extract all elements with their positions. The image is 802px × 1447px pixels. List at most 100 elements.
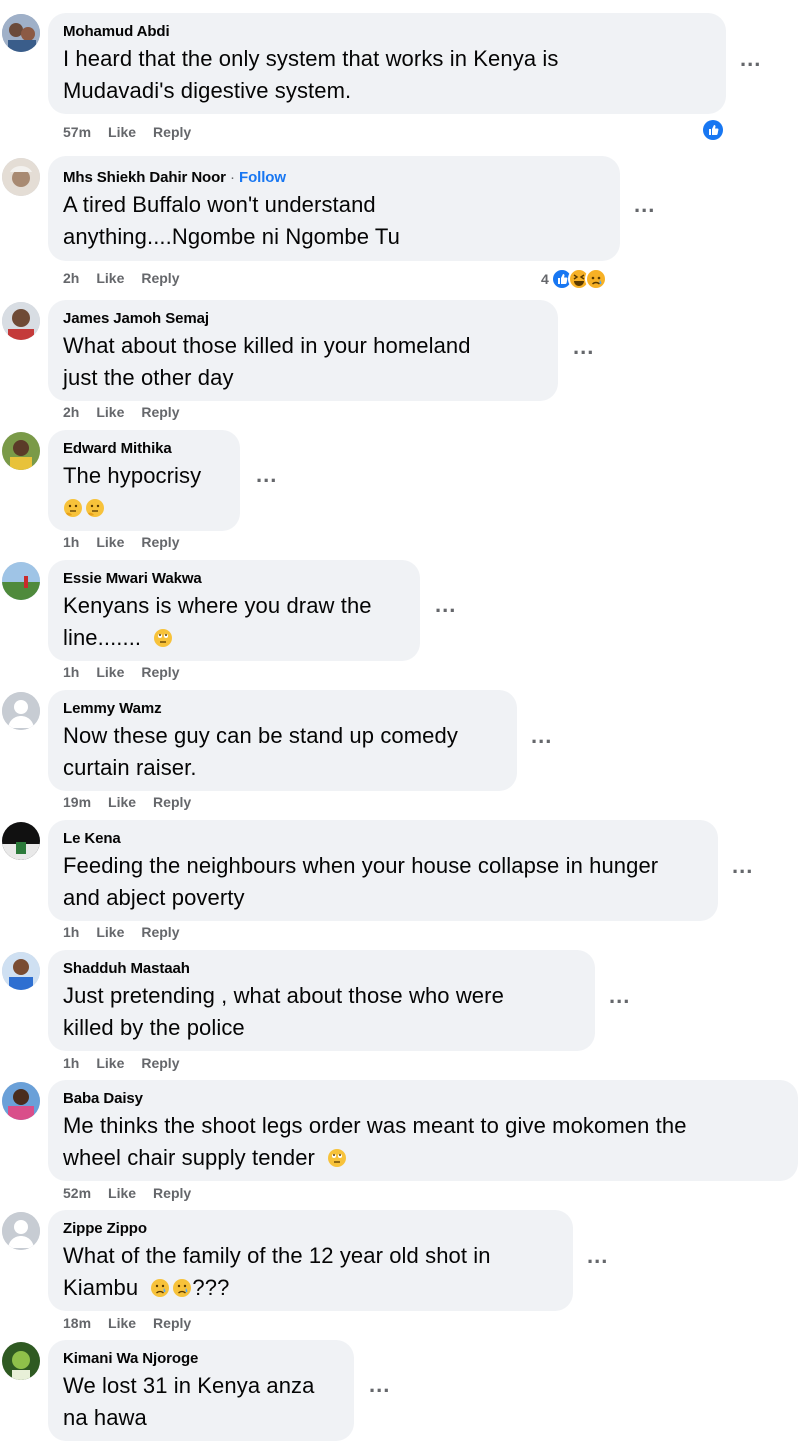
sad-icon: [584, 268, 607, 290]
reply-button[interactable]: Reply: [141, 664, 179, 680]
avatar-photo-icon: [2, 952, 40, 990]
more-options-button[interactable]: ...: [609, 985, 630, 1007]
comment-text: Feeding the neighbours when your house c…: [63, 853, 659, 878]
comment-actions: 1h Like Reply: [63, 664, 196, 680]
timestamp[interactable]: 1h: [63, 664, 79, 680]
reply-button[interactable]: Reply: [153, 1315, 191, 1331]
like-icon: [703, 120, 723, 140]
more-options-button[interactable]: ...: [256, 464, 277, 486]
reply-button[interactable]: Reply: [153, 794, 191, 810]
comment-text: The hypocrisy: [63, 463, 202, 488]
more-options-button[interactable]: ...: [732, 855, 753, 877]
avatar-photo-icon: [2, 562, 40, 600]
reaction-summary[interactable]: 4: [541, 268, 607, 290]
avatar[interactable]: [2, 1342, 40, 1380]
avatar[interactable]: [2, 14, 40, 52]
comment-bubble: Edward Mithika The hypocrisy: [48, 430, 240, 531]
timestamp[interactable]: 1h: [63, 1055, 79, 1071]
commenter-name[interactable]: Shadduh Mastaah: [63, 960, 581, 978]
timestamp[interactable]: 1h: [63, 534, 79, 550]
reply-button[interactable]: Reply: [141, 404, 179, 420]
reply-button[interactable]: Reply: [153, 1185, 191, 1201]
timestamp[interactable]: 2h: [63, 404, 79, 420]
commenter-name[interactable]: Zippe Zippo: [63, 1220, 559, 1238]
commenter-name[interactable]: Edward Mithika: [63, 440, 226, 458]
more-options-button[interactable]: ...: [634, 194, 655, 216]
like-button[interactable]: Like: [108, 1315, 136, 1331]
like-button[interactable]: Like: [96, 664, 124, 680]
reply-button[interactable]: Reply: [141, 534, 179, 550]
comment-text: Just pretending , what about those who w…: [63, 983, 504, 1008]
crying-face-icon: [151, 1279, 170, 1297]
comment-bubble: Le Kena Feeding the neighbours when your…: [48, 820, 718, 921]
avatar[interactable]: [2, 952, 40, 990]
timestamp[interactable]: 52m: [63, 1185, 91, 1201]
avatar-photo-icon: [2, 432, 40, 470]
more-options-button[interactable]: ...: [531, 725, 552, 747]
comment-bubble: Mhs Shiekh Dahir Noor · Follow A tired B…: [48, 156, 620, 261]
timestamp[interactable]: 1h: [63, 924, 79, 940]
comment-actions: 2h Like Reply: [63, 270, 196, 286]
comment-text: na hawa: [63, 1405, 147, 1430]
reaction-summary[interactable]: [703, 120, 723, 140]
more-options-button[interactable]: ...: [740, 48, 761, 70]
like-button[interactable]: Like: [96, 534, 124, 550]
commenter-name[interactable]: Le Kena: [63, 830, 704, 848]
like-button[interactable]: Like: [96, 1055, 124, 1071]
comment-actions: 57m Like Reply: [63, 124, 208, 140]
default-avatar-icon: [2, 1212, 40, 1250]
comment-text: anything....Ngombe ni Ngombe Tu: [63, 224, 400, 249]
commenter-name[interactable]: Kimani Wa Njoroge: [63, 1350, 340, 1368]
reply-button[interactable]: Reply: [141, 1055, 179, 1071]
avatar-photo-icon: [2, 1082, 40, 1120]
default-avatar-icon: [2, 692, 40, 730]
comment-text: A tired Buffalo won't understand: [63, 192, 376, 217]
comment-text: wheel chair supply tender: [63, 1145, 315, 1170]
more-options-button[interactable]: ...: [435, 594, 456, 616]
like-button[interactable]: Like: [108, 1185, 136, 1201]
separator-dot: ·: [230, 169, 235, 186]
comment-bubble: Shadduh Mastaah Just pretending , what a…: [48, 950, 595, 1051]
avatar-photo-icon: [2, 14, 40, 52]
like-button[interactable]: Like: [108, 794, 136, 810]
avatar[interactable]: [2, 692, 40, 730]
avatar[interactable]: [2, 562, 40, 600]
comment-text: Me thinks the shoot legs order was meant…: [63, 1113, 687, 1138]
reply-button[interactable]: Reply: [153, 124, 191, 140]
commenter-name[interactable]: Baba Daisy: [63, 1090, 784, 1108]
reply-button[interactable]: Reply: [141, 270, 179, 286]
like-button[interactable]: Like: [96, 270, 124, 286]
commenter-name[interactable]: Mhs Shiekh Dahir Noor: [63, 169, 226, 186]
timestamp[interactable]: 18m: [63, 1315, 91, 1331]
avatar[interactable]: [2, 302, 40, 340]
avatar[interactable]: [2, 432, 40, 470]
commenter-name[interactable]: Essie Mwari Wakwa: [63, 570, 406, 588]
comment-actions: 52m Like Reply: [63, 1185, 208, 1201]
timestamp[interactable]: 2h: [63, 270, 79, 286]
more-options-button[interactable]: ...: [573, 336, 594, 358]
avatar-photo-icon: [2, 1342, 40, 1380]
timestamp[interactable]: 19m: [63, 794, 91, 810]
commenter-name[interactable]: Lemmy Wamz: [63, 700, 503, 718]
commenter-name[interactable]: James Jamoh Semaj: [63, 310, 544, 328]
more-options-button[interactable]: ...: [587, 1245, 608, 1267]
more-options-button[interactable]: ...: [369, 1374, 390, 1396]
crying-face-icon: [173, 1279, 192, 1297]
avatar[interactable]: [2, 1082, 40, 1120]
avatar[interactable]: [2, 822, 40, 860]
comment-text: line.......: [63, 625, 142, 650]
comment-text: What about those killed in your homeland: [63, 333, 471, 358]
avatar[interactable]: [2, 1212, 40, 1250]
reply-button[interactable]: Reply: [141, 924, 179, 940]
commenter-name[interactable]: Mohamud Abdi: [63, 23, 712, 41]
like-button[interactable]: Like: [96, 924, 124, 940]
avatar[interactable]: [2, 158, 40, 196]
comment-text-suffix: ???: [192, 1275, 230, 1300]
follow-button[interactable]: Follow: [239, 169, 286, 186]
timestamp[interactable]: 57m: [63, 124, 91, 140]
comment-actions: 1h Like Reply: [63, 534, 196, 550]
comment-bubble: James Jamoh Semaj What about those kille…: [48, 300, 558, 401]
like-button[interactable]: Like: [108, 124, 136, 140]
comment-bubble: Baba Daisy Me thinks the shoot legs orde…: [48, 1080, 798, 1181]
like-button[interactable]: Like: [96, 404, 124, 420]
